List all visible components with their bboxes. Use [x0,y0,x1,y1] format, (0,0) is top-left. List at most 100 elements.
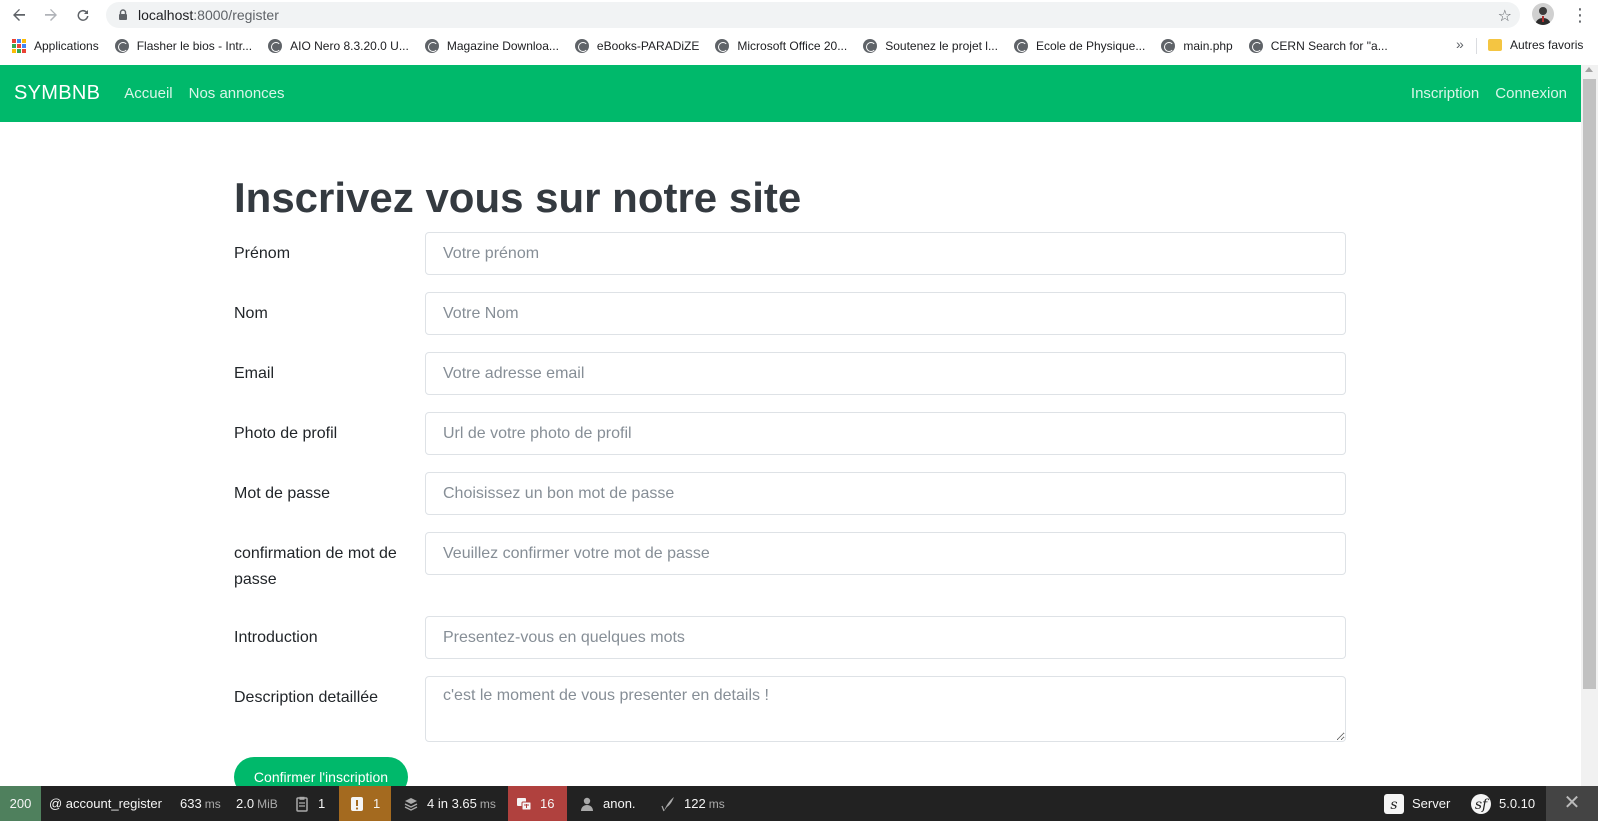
bookmarks-bar: Applications Flasher le bios - Intr... A… [0,32,1598,60]
nav-link-connexion[interactable]: Connexion [1495,85,1567,102]
email-input[interactable] [425,352,1346,395]
nav-link-annonces[interactable]: Nos annonces [189,85,285,102]
reload-icon[interactable] [72,4,94,26]
server-item[interactable]: s Server [1384,786,1450,821]
description-textarea[interactable] [425,676,1346,742]
brand-logo[interactable]: SYMBNB [14,82,100,105]
bookmark-item[interactable]: AIO Nero 8.3.20.0 U... [268,39,409,53]
apps-grid-icon [12,39,26,53]
events-item[interactable]: 122 ms [660,786,725,821]
field-label: Mot de passe [234,485,331,502]
status-code-badge[interactable]: 200 [0,786,41,821]
back-arrow-icon[interactable] [8,4,30,26]
scroll-up-arrow-icon[interactable] [1585,67,1593,72]
nom-input[interactable] [425,292,1346,335]
globe-icon [1013,39,1028,53]
star-icon[interactable]: ☆ [1498,6,1512,26]
scrollbar-thumb[interactable] [1583,79,1596,689]
prenom-input[interactable] [425,232,1346,275]
globe-icon [715,39,730,53]
bookmark-item[interactable]: Magazine Downloa... [424,39,559,53]
svg-text:s: s [1390,797,1397,813]
bookmark-label: Flasher le bios - Intr... [136,39,253,53]
bookmark-label: eBooks-PARADiZE [596,39,700,53]
site-navbar: SYMBNB Accueil Nos annonces Inscription … [0,65,1581,122]
symfony-version: 5.0.10 [1499,796,1536,811]
other-bookmarks-folder[interactable]: Autres favoris [1488,38,1583,52]
field-label: Introduction [234,629,318,646]
feather-icon [661,796,674,811]
close-icon[interactable]: ✕ [1546,786,1598,821]
globe-icon [424,39,439,53]
bookmark-label: main.php [1183,39,1233,53]
url-text: localhost:8000/register [138,7,279,23]
kebab-menu-icon[interactable]: ⋮ [1570,4,1590,26]
field-label: Prénom [234,245,291,262]
password-input[interactable] [425,472,1346,515]
page-scrollbar[interactable] [1581,65,1598,786]
field-label: Description detaillée [234,689,379,706]
time-item[interactable]: 633 ms [180,786,221,821]
nav-link-accueil[interactable]: Accueil [124,85,172,102]
version-item[interactable]: sf 5.0.10 [1471,786,1535,821]
forward-arrow-icon[interactable] [40,4,62,26]
templates-unit: ms [479,796,496,811]
browser-toolbar: localhost:8000/register ☆ ⋮ [0,0,1598,29]
field-label: Email [234,365,275,382]
navbar-right: Inscription Connexion [1395,65,1567,122]
bookmark-applications[interactable]: Applications [12,39,99,53]
globe-icon [268,39,283,53]
time-unit: ms [204,796,221,811]
bookmarks-overflow-button[interactable]: » [1456,36,1464,52]
bookmark-label: Magazine Downloa... [446,39,559,53]
field-label: Photo de profil [234,425,338,442]
folder-icon [1488,39,1502,51]
address-bar[interactable]: localhost:8000/register ☆ [106,2,1520,28]
symfony-logo-icon: s [1384,793,1404,814]
page-title: Inscrivez vous sur notre site [234,174,802,221]
warnings-item[interactable]: 1 [339,786,391,821]
other-bookmarks-label: Autres favoris [1510,38,1584,52]
lock-icon [119,9,127,20]
bookmarks-divider [1476,38,1477,54]
forms-item[interactable]: 1 [294,786,325,821]
templates-count: 4 [427,796,435,811]
translation-item[interactable]: 16 [508,786,567,821]
bookmark-item[interactable]: Soutenez le projet l... [863,39,998,53]
time-value: 633 [180,796,202,811]
templates-time: in 3.65 [437,796,477,811]
memory-item[interactable]: 2.0 MiB [236,786,278,821]
layers-icon [404,797,418,811]
bookmark-item[interactable]: Microsoft Office 20... [715,39,847,53]
events-unit: ms [708,796,725,811]
bookmark-item[interactable]: Ecole de Physique... [1013,39,1146,53]
bookmark-item[interactable]: eBooks-PARADiZE [574,39,700,53]
introduction-input[interactable] [425,616,1346,659]
field-label: confirmation de mot de passe [234,545,397,588]
bookmark-label: Soutenez le projet l... [885,39,998,53]
bookmark-label: Ecole de Physique... [1035,39,1146,53]
globe-icon [863,39,878,53]
globe-icon [574,39,589,53]
translation-icon [517,797,532,810]
user-name: anon. [603,796,636,811]
route-name: @ account_register [49,796,162,811]
nav-link-inscription[interactable]: Inscription [1411,85,1479,102]
photo-url-input[interactable] [425,412,1346,455]
bookmark-label: AIO Nero 8.3.20.0 U... [290,39,409,53]
user-item[interactable]: anon. [579,786,636,821]
password-confirm-input[interactable] [425,532,1346,575]
bookmark-label: Applications [34,39,99,53]
events-value: 122 [684,796,706,811]
profile-avatar[interactable] [1532,3,1554,25]
globe-icon [1161,39,1176,53]
templates-item[interactable]: 4 in 3.65 ms [403,786,496,821]
bookmark-item[interactable]: Flasher le bios - Intr... [114,39,253,53]
route-item[interactable]: @ account_register [49,786,162,821]
status-code: 200 [9,796,32,811]
memory-value: 2.0 [236,796,255,811]
clipboard-icon [296,796,308,812]
forms-count: 1 [318,796,326,811]
bookmark-item[interactable]: CERN Search for "a... [1248,39,1388,53]
bookmark-item[interactable]: main.php [1161,39,1233,53]
